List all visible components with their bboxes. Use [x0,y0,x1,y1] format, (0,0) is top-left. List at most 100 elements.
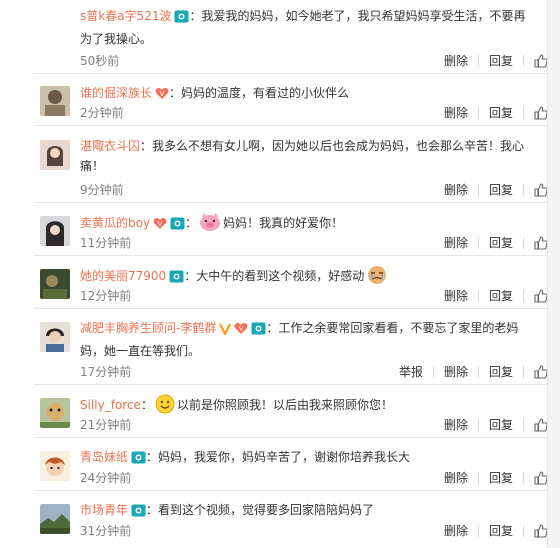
username-link[interactable]: 她的美丽77900 [80,269,166,283]
avatar[interactable] [40,216,70,246]
delete-button[interactable]: 删除 [444,104,468,121]
comment-body: 青岛妹纸 ：妈妈，我爱你，妈妈辛苦了，谢谢你培养我长大 [80,447,532,470]
report-button[interactable]: 举报 [399,363,423,380]
smiley-face-emoji-icon [155,394,175,420]
verified-v-icon [219,321,232,341]
comment-text: ：大中午的看到这个视频，好感动 [184,269,365,283]
like-thumb-icon[interactable] [534,470,548,485]
comment-text: ：妈妈，我爱你，妈妈辛苦了，谢谢你培养我长大 [146,450,411,464]
like-thumb-icon[interactable] [534,235,548,250]
delete-button[interactable]: 删除 [444,181,468,198]
comment-actions: 删除 回复 [444,181,548,198]
like-thumb-icon[interactable] [534,417,548,432]
svg-text:V: V [239,325,244,333]
comment-text: ：妈妈的温度，有看过的小伙伴么 [169,86,350,100]
reply-button[interactable]: 回复 [489,104,513,121]
like-thumb-icon[interactable] [534,364,548,379]
reply-button[interactable]: 回复 [489,234,513,251]
delete-button[interactable]: 删除 [444,52,468,69]
username-link[interactable]: 青岛妹纸 [80,450,128,464]
comment-actions: 删除 回复 [444,522,548,539]
comment-actions: 删除 回复 [444,469,548,486]
username-link[interactable]: s普k春a字521波 [80,9,171,23]
divider [34,125,548,126]
comment-time: 2分钟前 [80,106,124,120]
comment-actions: 删除 回复 [444,416,548,433]
comment-actions: 删除 回复 [444,234,548,251]
comment-time: 21分钟前 [80,418,132,432]
comment-time: 50秒前 [80,54,120,68]
video-camera-icon [170,216,185,236]
heart-badge-icon: V [155,86,169,106]
delete-button[interactable]: 删除 [444,469,468,486]
divider [34,308,548,309]
like-thumb-icon[interactable] [534,288,548,303]
video-camera-icon [174,9,189,29]
username-link[interactable]: 减肥丰胸养生顾问-李鹤群 [80,321,216,335]
svg-text:V: V [160,90,165,98]
reply-button[interactable]: 回复 [489,287,513,304]
heart-badge-icon: V [234,321,248,341]
divider [34,384,548,385]
comment-time: 24分钟前 [80,471,132,485]
reply-button[interactable]: 回复 [489,52,513,69]
username-link[interactable]: 谁的倔深族长 [80,86,152,100]
comment-body: 湛陬衣斗囚：我多么不想有女儿啊，因为她以后也会成为妈妈，也会那么辛苦！我心痛！ [80,136,532,176]
video-camera-icon [131,450,146,470]
delete-button[interactable]: 删除 [444,234,468,251]
video-camera-icon [169,269,184,289]
comment-time: 11分钟前 [80,236,132,250]
avatar[interactable] [40,398,70,428]
comment-actions: 举报 删除 回复 [399,363,548,380]
like-thumb-icon[interactable] [534,53,548,68]
crying-face-emoji-icon [366,265,388,291]
comment-time: 31分钟前 [80,524,132,538]
avatar[interactable] [40,86,70,116]
video-camera-icon [251,321,266,341]
like-thumb-icon[interactable] [534,523,548,538]
reply-button[interactable]: 回复 [489,363,513,380]
username-link[interactable]: Silly_force [80,398,141,412]
avatar[interactable] [40,140,70,170]
comment-time: 12分钟前 [80,289,132,303]
svg-text:V: V [158,220,163,228]
like-thumb-icon[interactable] [534,105,548,120]
comment-actions: 删除 回复 [444,52,548,69]
reply-button[interactable]: 回复 [489,522,513,539]
divider [34,73,548,74]
comment-text: 以前是你照顾我！以后由我来照顾你您！ [176,398,393,412]
delete-button[interactable]: 删除 [444,522,468,539]
comment-time: 9分钟前 [80,183,124,197]
avatar[interactable] [40,504,70,534]
like-thumb-icon[interactable] [534,182,548,197]
username-link[interactable]: 湛陬衣斗囚 [80,139,140,153]
comment-body: s普k春a字521波 ：我爱我的妈妈，如今她老了，我只希望妈妈享受生活，不要再为了… [80,6,532,49]
username-link[interactable]: 卖黄瓜的boy [80,216,150,230]
avatar[interactable] [40,451,70,481]
delete-button[interactable]: 删除 [444,287,468,304]
comment-time: 17分钟前 [80,365,132,379]
reply-button[interactable]: 回复 [489,469,513,486]
avatar[interactable] [40,322,70,352]
delete-button[interactable]: 删除 [444,416,468,433]
avatar[interactable] [40,269,70,299]
comment-text: ：我多么不想有女儿啊，因为她以后也会成为妈妈，也会那么辛苦！我心痛！ [80,139,525,173]
reply-button[interactable]: 回复 [489,416,513,433]
reply-button[interactable]: 回复 [489,181,513,198]
pink-pig-emoji-icon [199,212,221,238]
divider [34,202,548,203]
divider [34,255,548,256]
username-link[interactable]: 市场青年 [80,503,128,517]
comment-actions: 删除 回复 [444,287,548,304]
comment-list: s普k春a字521波 ：我爱我的妈妈，如今她老了，我只希望妈妈享受生活，不要再为了… [0,0,560,548]
comment-body: 市场青年 ：看到这个视频，觉得要多回家陪陪妈妈了 [80,500,532,523]
comment-text: 妈妈！我真的好爱你！ [223,216,344,230]
comment-text: ：看到这个视频，觉得要多回家陪陪妈妈了 [146,503,375,517]
delete-button[interactable]: 删除 [444,363,468,380]
divider [34,490,548,491]
comment-actions: 删除 回复 [444,104,548,121]
video-camera-icon [131,503,146,523]
comment-body: 减肥丰胸养生顾问-李鹤群 V ：工作之余要常回家看看，不要忘了家里的老妈妈，她一直在… [80,318,532,361]
scrollbar[interactable] [547,0,560,548]
divider [34,437,548,438]
